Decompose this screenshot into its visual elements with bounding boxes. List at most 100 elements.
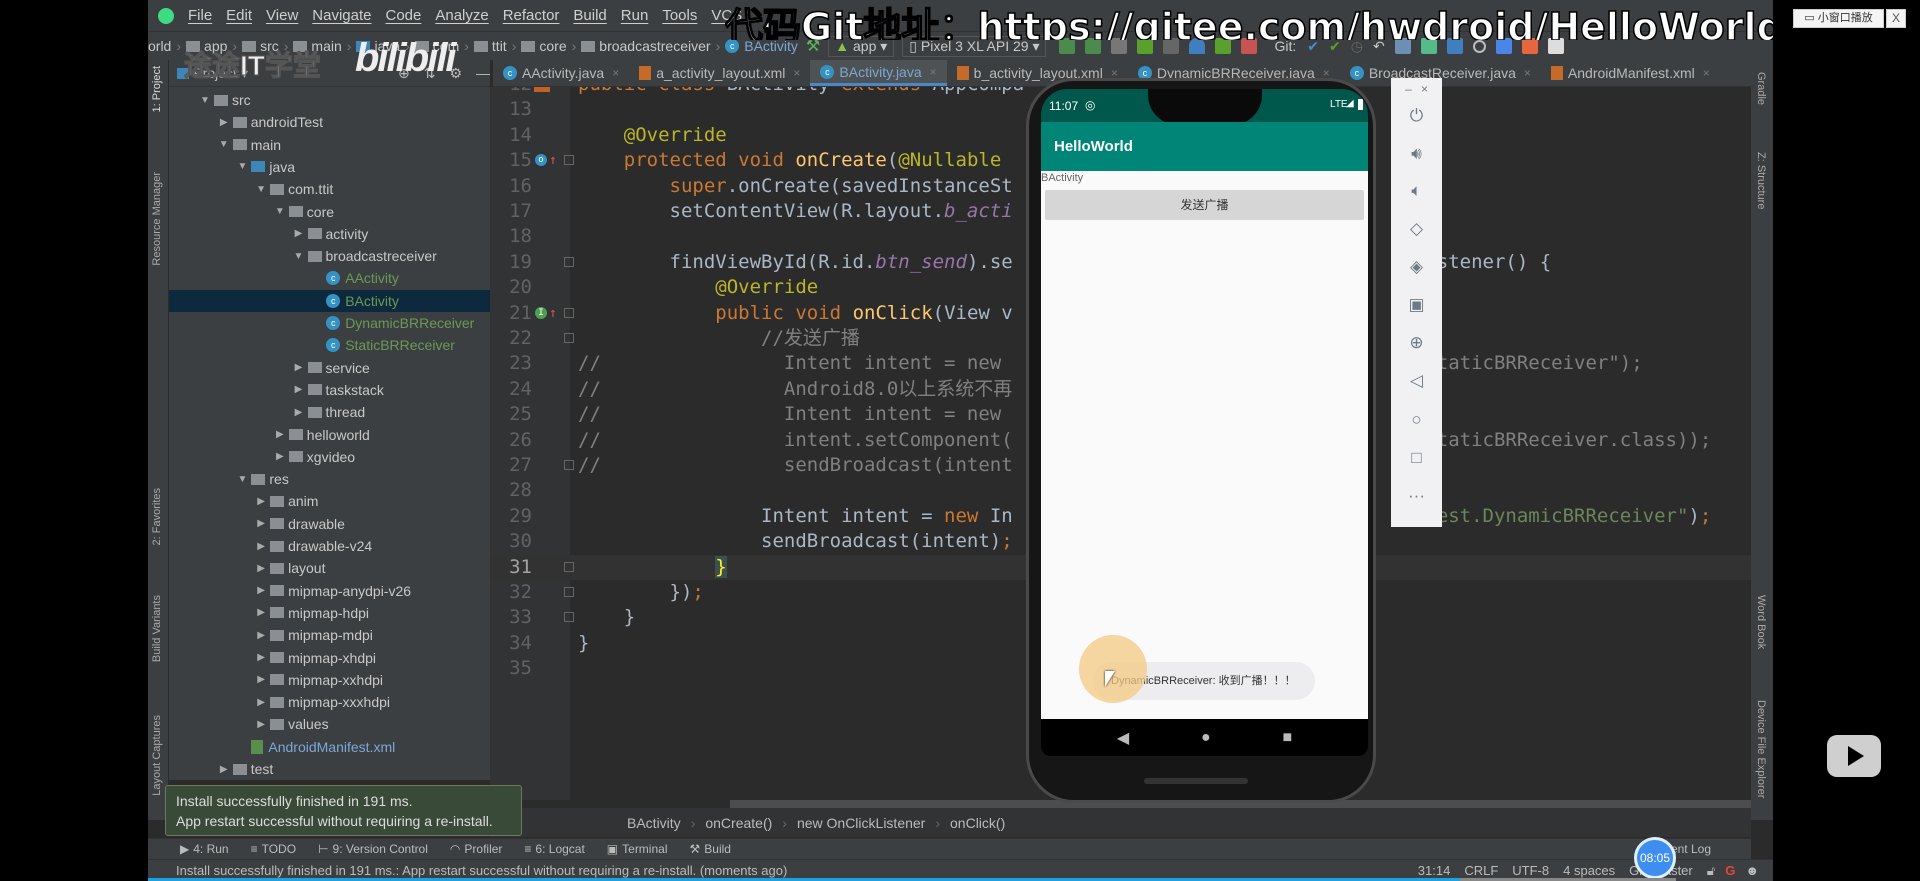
tool-gradle[interactable]: Gradle [1755,72,1767,105]
status-message[interactable]: Install successfully finished in 191 ms.… [176,863,1418,878]
translate-icon[interactable] [1495,38,1512,54]
nav-home-icon[interactable]: ● [1201,729,1211,747]
small-window-close[interactable]: X [1886,9,1906,28]
tool-resource-manager[interactable]: Resource Manager [151,172,163,266]
git-history-icon[interactable]: ◷ [1351,38,1363,55]
tool-favorites[interactable]: 2: Favorites [151,488,163,545]
menu-analyze[interactable]: Analyze [435,7,488,24]
bilibili-tv-icon[interactable] [1827,735,1881,777]
collapsed-arrow-icon[interactable]: ▶ [252,518,270,529]
tool-window-terminal[interactable]: ▣ Terminal [607,842,668,856]
tool-window-9-version-control[interactable]: ⊢ 9: Version Control [318,842,428,856]
git-commit-icon[interactable]: ✔ [1329,38,1341,55]
back-icon[interactable]: ◁ [1391,371,1442,391]
tool-window-profiler[interactable]: ◠ Profiler [450,842,503,856]
close-tab-icon[interactable]: × [793,66,800,80]
line-separator[interactable]: CRLF [1464,863,1498,878]
collapsed-arrow-icon[interactable]: ▶ [271,429,289,440]
close-icon[interactable]: × [1399,82,1450,96]
collapsed-arrow-icon[interactable]: ▶ [215,764,233,775]
overview-icon[interactable]: □ [1391,448,1442,468]
tree-item[interactable]: ▼ broadcastreceiver [169,245,490,267]
tree-item[interactable]: c BActivity [169,289,490,312]
hide-icon[interactable]: — [476,65,490,81]
collapsed-arrow-icon[interactable]: ▶ [290,362,308,373]
indent-setting[interactable]: 4 spaces [1563,863,1615,878]
tree-item[interactable]: ▶ helloworld [169,424,490,446]
emulator-screen[interactable]: 11:07 ◎ LTE ◢ HelloWorld BActivity 发送广播 … [1041,89,1368,756]
tool-device-file-explorer[interactable]: Device File Explorer [1755,700,1767,798]
expanded-arrow-icon[interactable]: ▼ [233,474,251,485]
sdk-manager-icon[interactable] [1446,38,1463,54]
tree-item[interactable]: ▼ com.ttit [169,178,490,200]
camera-icon[interactable]: ▣ [1391,295,1442,315]
tree-item[interactable]: c DynamicBRReceiver [169,312,490,334]
search-icon[interactable] [1472,39,1486,53]
profiler-icon[interactable] [1189,38,1206,54]
coverage-icon[interactable] [1111,38,1128,54]
menu-view[interactable]: View [266,7,298,24]
collapsed-arrow-icon[interactable]: ▶ [252,496,270,507]
zoom-icon[interactable]: ⊕ [1391,333,1442,353]
translate-alt-icon[interactable] [1521,38,1538,54]
collapsed-arrow-icon[interactable]: ▶ [252,652,270,663]
tree-item[interactable]: ▶ activity [169,223,490,245]
tree-item[interactable]: ▶ test [169,758,490,780]
tree-item[interactable]: ▶ thread [169,401,490,423]
tree-item[interactable]: ▼ core [169,201,490,223]
tool-structure[interactable]: Z: Structure [1755,152,1767,209]
tab-androidmanifest-xml[interactable]: AndroidManifest.xml × [1541,60,1720,86]
fold-marker-icon[interactable] [564,155,574,166]
tree-item[interactable]: ▶ mipmap-hdpi [169,602,490,624]
account-icon[interactable] [1547,38,1564,54]
crumb-item[interactable]: BActivity [744,38,798,54]
collapsed-arrow-icon[interactable]: ▶ [252,607,270,618]
close-tab-icon[interactable]: × [1703,66,1710,80]
tree-item[interactable]: ▼ java [169,156,490,178]
tree-item[interactable]: c AActivity [169,267,490,289]
menu-build[interactable]: Build [573,7,606,24]
tree-item[interactable]: ▶ mipmap-xxhdpi [169,669,490,691]
nav-back-icon[interactable]: ◀ [1117,728,1129,748]
go-to-super-arrow-icon[interactable]: ↑ [549,301,557,326]
rotate-left-icon[interactable]: ◇ [1391,219,1442,239]
tool-window-6-logcat[interactable]: ≡ 6: Logcat [524,842,584,856]
tool-layout-captures[interactable]: Layout Captures [151,715,163,796]
tree-item[interactable]: ▶ xgvideo [169,446,490,468]
tab-bactivity-java[interactable]: c BActivity.java × [810,60,947,86]
avd-manager-icon[interactable] [1420,38,1437,54]
menu-edit[interactable]: Edit [226,7,252,24]
menu-refactor[interactable]: Refactor [503,7,560,24]
editor-crumb[interactable]: BActivity [627,815,681,831]
collapsed-arrow-icon[interactable]: ▶ [290,384,308,395]
debug-icon[interactable] [1137,38,1154,54]
attach-icon[interactable] [1163,38,1180,54]
collapsed-arrow-icon[interactable]: ▶ [252,563,270,574]
menu-tools[interactable]: Tools [662,7,697,24]
fold-marker-icon[interactable] [564,460,574,470]
tree-item[interactable]: ▶ drawable-v24 [169,535,490,557]
tree-item[interactable]: ▶ drawable [169,513,490,535]
menu-file[interactable]: File [188,7,212,24]
expanded-arrow-icon[interactable]: ▼ [196,95,214,106]
editor-crumb[interactable]: new OnClickListener [797,815,925,831]
crumb-item[interactable]: core [539,38,566,54]
git-rollback-icon[interactable]: ↶ [1373,38,1385,55]
expanded-arrow-icon[interactable]: ▼ [290,251,308,262]
close-tab-icon[interactable]: × [1524,66,1531,80]
power-icon[interactable]: ⏻ [1391,106,1442,126]
crumb-item[interactable]: broadcastreceiver [599,38,710,54]
tree-item[interactable]: ▶ layout [169,557,490,579]
expanded-arrow-icon[interactable]: ▼ [233,161,251,172]
collapsed-arrow-icon[interactable]: ▶ [215,117,233,128]
menu-navigate[interactable]: Navigate [312,7,371,24]
tool-build-variants[interactable]: Build Variants [151,595,163,662]
send-broadcast-button[interactable]: 发送广播 [1045,190,1364,220]
implements-method-icon[interactable]: I [535,306,547,319]
expanded-arrow-icon[interactable]: ▼ [215,139,233,150]
collapsed-arrow-icon[interactable]: ▶ [252,697,270,708]
collapsed-arrow-icon[interactable]: ▶ [290,407,308,418]
small-window-button[interactable]: ▭ 小窗口播放 [1793,9,1884,28]
nav-recents-icon[interactable]: ■ [1282,729,1292,747]
fold-marker-icon[interactable] [564,307,574,318]
